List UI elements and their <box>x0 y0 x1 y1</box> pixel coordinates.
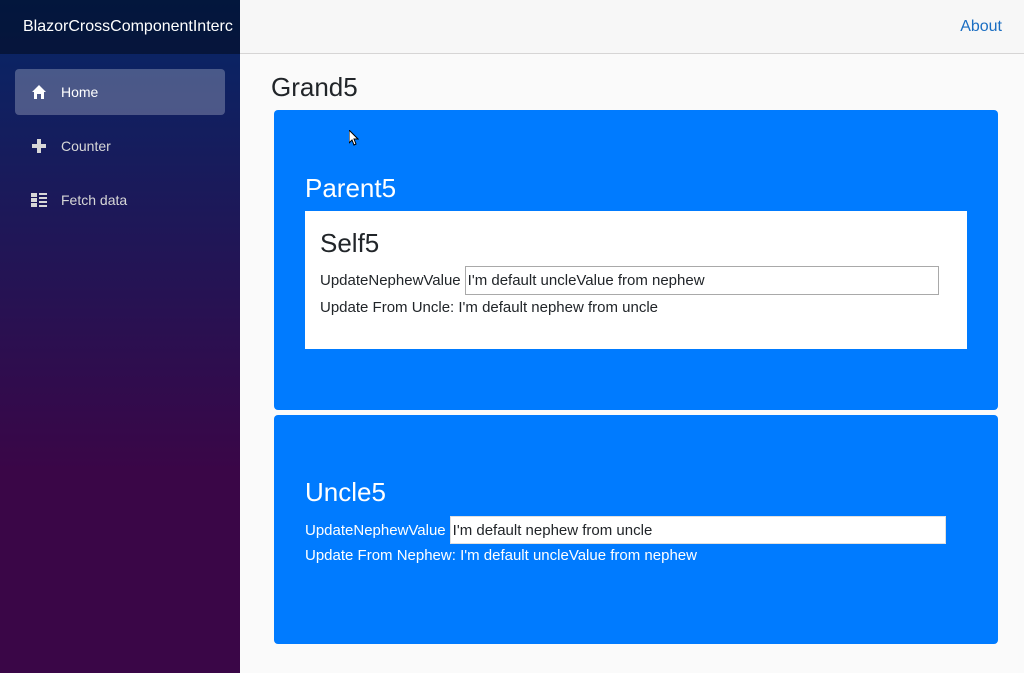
uncle-title: Uncle5 <box>305 477 386 507</box>
self-title: Self5 <box>320 228 380 258</box>
self-panel: Self5 UpdateNephewValue Update From Uncl… <box>305 211 967 349</box>
nav-item-label: Counter <box>61 138 111 154</box>
brand-bar: BlazorCrossComponentInterc <box>0 0 240 54</box>
self-update-text: Update From Uncle: I'm default nephew fr… <box>320 299 659 316</box>
about-link[interactable]: About <box>960 18 1002 36</box>
home-icon <box>30 83 48 101</box>
nav-item-counter[interactable]: Counter <box>15 123 225 169</box>
nav-item-fetch-data[interactable]: Fetch data <box>15 177 225 223</box>
nav-item-label: Home <box>61 84 99 100</box>
nav-item-home[interactable]: Home <box>15 69 225 115</box>
parent-title: Parent5 <box>305 173 397 203</box>
self-field-label: UpdateNephewValue <box>320 272 461 289</box>
app-brand[interactable]: BlazorCrossComponentInterc <box>23 18 233 36</box>
nav-menu: Home Counter Fetch data <box>0 54 240 223</box>
uncle-field-row: UpdateNephewValue <box>305 516 946 544</box>
uncle-nephew-input[interactable] <box>449 516 946 544</box>
uncle-panel: Uncle5 UpdateNephewValue Update From Nep… <box>274 415 998 644</box>
top-row: About <box>240 0 1024 54</box>
parent-panel: Parent5 Self5 UpdateNephewValue Update F… <box>274 110 998 410</box>
uncle-field-label: UpdateNephewValue <box>305 521 446 539</box>
page-title: Grand5 <box>271 72 358 102</box>
self-nephew-input[interactable] <box>464 266 939 295</box>
uncle-update-text: Update From Nephew: I'm default uncleVal… <box>305 547 697 564</box>
sidebar: BlazorCrossComponentInterc Home Counter … <box>0 0 240 673</box>
list-icon <box>30 191 48 209</box>
self-field-row: UpdateNephewValue <box>320 266 939 295</box>
nav-item-label: Fetch data <box>61 192 128 208</box>
plus-icon <box>30 137 48 155</box>
mouse-cursor-icon <box>349 130 359 146</box>
